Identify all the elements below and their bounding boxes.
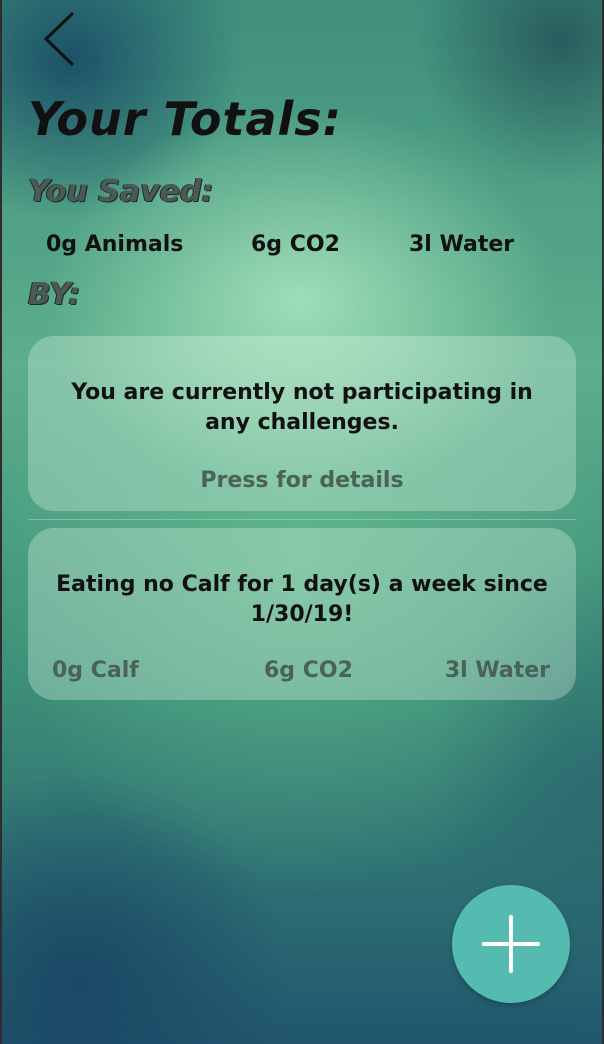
- total-water: 3l Water: [409, 232, 515, 257]
- totals-row: 0g Animals 6g CO2 3l Water: [0, 232, 604, 266]
- challenge-card[interactable]: You are currently not participating in a…: [28, 336, 576, 511]
- habit-stat-calf: 0g Calf: [52, 658, 139, 683]
- total-co2: 6g CO2: [251, 232, 340, 257]
- total-animals: 0g Animals: [46, 232, 184, 257]
- plus-icon: [482, 915, 540, 973]
- saved-label: You Saved:: [28, 174, 214, 209]
- habit-stat-water: 3l Water: [444, 658, 550, 683]
- habit-card[interactable]: Eating no Calf for 1 day(s) a week since…: [28, 528, 576, 700]
- card-divider: [28, 519, 576, 520]
- challenge-message: You are currently not participating in a…: [71, 380, 533, 435]
- chevron-left-icon: [44, 12, 74, 66]
- details-link[interactable]: Press for details: [28, 468, 576, 493]
- habit-message: Eating no Calf for 1 day(s) a week since…: [56, 572, 548, 627]
- habit-stat-co2: 6g CO2: [264, 658, 353, 683]
- page-title: Your Totals:: [28, 92, 343, 146]
- back-button[interactable]: [40, 10, 80, 68]
- by-label: BY:: [28, 277, 81, 312]
- add-button[interactable]: [452, 885, 570, 1003]
